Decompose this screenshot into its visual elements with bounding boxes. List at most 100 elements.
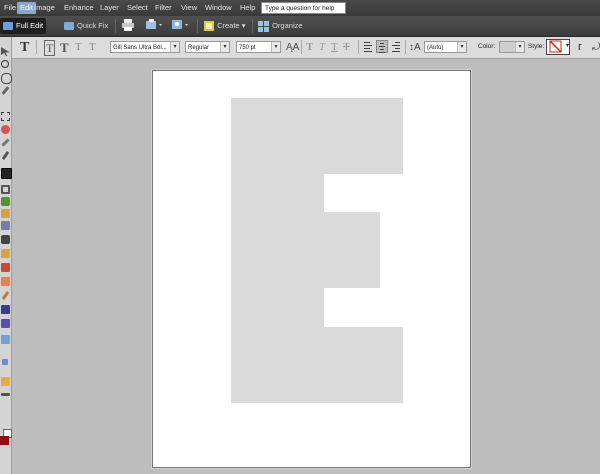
letter-e-bottom-arm <box>231 327 403 403</box>
strikethrough-icon[interactable]: T <box>343 39 350 56</box>
bold-icon[interactable]: T <box>306 39 313 56</box>
marquee-tool-icon[interactable] <box>1 112 10 121</box>
menu-enhance[interactable]: Enhance <box>64 2 94 14</box>
eraser-icon[interactable] <box>1 249 10 258</box>
blur-tool-icon[interactable] <box>1 335 10 344</box>
vertical-type-icon[interactable]: T <box>60 39 69 56</box>
organize-button[interactable]: Organize <box>258 19 303 33</box>
menu-help[interactable]: Help <box>240 2 255 14</box>
spot-healing-icon[interactable] <box>1 221 10 230</box>
separator <box>405 40 406 54</box>
menu-filter[interactable]: Filter <box>155 2 172 14</box>
menu-file[interactable]: File <box>4 2 16 14</box>
foreground-color-swatch[interactable] <box>0 436 9 445</box>
paint-bucket-icon[interactable] <box>1 277 10 286</box>
menu-layer[interactable]: Layer <box>100 2 119 14</box>
style-label: Style: <box>528 43 545 50</box>
menu-view[interactable]: View <box>181 2 197 14</box>
move-tool-icon[interactable] <box>1 47 10 56</box>
red-eye-icon[interactable] <box>1 209 10 218</box>
clone-stamp-icon[interactable] <box>1 235 10 244</box>
separator <box>301 40 302 54</box>
brush-icon[interactable] <box>1 150 10 161</box>
color-label: Color: <box>478 43 496 50</box>
order-prints-button[interactable] <box>171 19 191 33</box>
anti-aliasing-icon[interactable]: ĄA <box>286 39 299 56</box>
default-colors-icon[interactable] <box>1 393 10 396</box>
leading-select[interactable]: (Auto) ▾ <box>424 41 467 53</box>
toolbox <box>0 37 12 474</box>
chevron-down-icon: ▾ <box>220 42 229 52</box>
create-label: Create <box>217 21 240 30</box>
chevron-down-icon: ▾ <box>271 42 280 52</box>
chevron-down-icon: ▾ <box>515 42 524 52</box>
font-family-select[interactable]: Gill Sans Ultra Bol... ▾ <box>110 41 180 53</box>
font-family-value: Gill Sans Ultra Bol... <box>113 45 167 51</box>
leading-value: (Auto) <box>427 45 444 51</box>
font-style-select[interactable]: Regular ▾ <box>185 41 230 53</box>
tool-options-bar: T T T T T Gill Sans Ultra Bol... ▾ Regula… <box>0 37 600 59</box>
quick-fix-icon <box>64 22 74 31</box>
horizontal-type-icon[interactable]: T <box>44 40 56 56</box>
share-button[interactable] <box>145 19 165 33</box>
type-tool-icon: T <box>20 40 30 55</box>
print-icon <box>122 19 134 31</box>
gradient-tool-icon[interactable] <box>1 290 10 301</box>
lasso-tool-icon[interactable] <box>1 73 12 84</box>
full-edit-label: Full Edit <box>16 21 44 30</box>
leading-icon: ↕A <box>409 42 421 53</box>
chevron-down-icon: ▾ <box>565 43 569 49</box>
smudge-tool-icon[interactable] <box>2 359 8 365</box>
separator <box>115 19 116 33</box>
menu-window[interactable]: Window <box>205 2 232 14</box>
vertical-mask-icon[interactable]: T <box>89 39 96 56</box>
align-center-button[interactable] <box>376 40 388 53</box>
horizontal-mask-icon[interactable]: T <box>75 39 82 56</box>
full-edit-icon <box>3 22 13 31</box>
order-prints-icon <box>172 20 188 29</box>
quick-fix-tab[interactable]: Quick Fix <box>60 18 110 34</box>
align-left-button[interactable] <box>362 40 374 53</box>
separator <box>197 19 198 33</box>
font-size-value: 750 pt <box>239 45 256 51</box>
mode-bar: Full Edit Quick Fix Create ▾ Organize <box>0 16 600 37</box>
type-tool-icon[interactable] <box>1 168 12 179</box>
sponge-tool-icon[interactable] <box>1 319 10 328</box>
chevron-down-icon: ▾ <box>457 42 466 52</box>
warp-text-icon[interactable]: ᴦ <box>578 39 582 56</box>
magic-wand-icon[interactable] <box>1 138 10 147</box>
orientation-icon[interactable]: ⤾ <box>592 39 600 56</box>
cookie-cutter-icon[interactable] <box>1 197 10 206</box>
hand-tool-icon[interactable] <box>1 377 10 386</box>
eyedropper-tool-icon[interactable] <box>1 86 10 95</box>
separator <box>36 40 37 54</box>
menu-select[interactable]: Select <box>127 2 148 14</box>
style-swatch[interactable]: ▾ <box>546 39 570 55</box>
create-button[interactable]: Create ▾ <box>203 19 245 33</box>
quick-fix-label: Quick Fix <box>77 21 109 30</box>
full-edit-tab[interactable]: Full Edit <box>0 18 46 34</box>
help-search-input[interactable]: Type a question for help <box>261 2 346 14</box>
underline-icon[interactable]: T <box>331 39 338 56</box>
align-right-button[interactable] <box>390 40 402 53</box>
document-canvas[interactable] <box>152 70 471 468</box>
organize-icon <box>258 20 269 32</box>
color-swatch[interactable]: ▾ <box>499 41 525 53</box>
crop-tool-icon[interactable] <box>1 185 10 194</box>
letter-e-top-arm <box>231 98 403 174</box>
no-style-icon <box>549 40 562 53</box>
shape-tool-icon[interactable] <box>1 305 10 314</box>
letter-e-middle-arm <box>231 212 380 288</box>
font-size-select[interactable]: 750 pt ▾ <box>236 41 281 53</box>
menu-bar: File Edit Image Enhance Layer Select Fil… <box>0 0 600 16</box>
italic-icon[interactable]: T <box>319 39 325 56</box>
font-style-value: Regular <box>188 45 210 51</box>
quick-selection-icon[interactable] <box>1 125 10 134</box>
print-button[interactable] <box>121 19 135 33</box>
separator <box>252 19 253 33</box>
pencil-icon[interactable] <box>1 263 10 272</box>
menu-image[interactable]: Image <box>34 2 55 14</box>
chevron-down-icon: ▾ <box>170 42 179 52</box>
share-icon <box>146 19 162 29</box>
zoom-tool-icon[interactable] <box>1 60 9 68</box>
